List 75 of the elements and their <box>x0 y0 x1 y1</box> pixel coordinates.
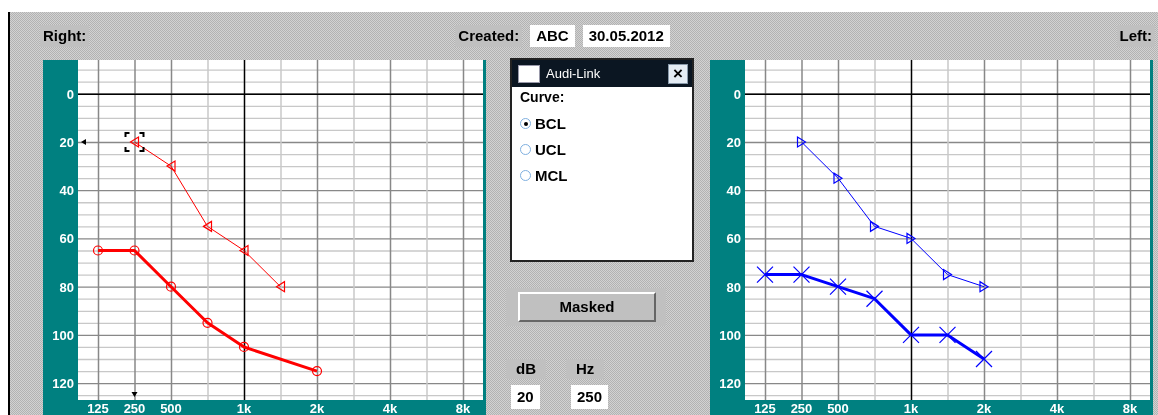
option-label: BCL <box>535 115 566 132</box>
created-label: Created: <box>455 25 523 47</box>
cross-marker <box>865 290 884 308</box>
axis-label: 2k <box>309 401 325 415</box>
axis-label: 8k <box>455 401 471 415</box>
circle-marker <box>238 341 250 353</box>
circle-marker <box>165 281 177 292</box>
triangle-marker <box>202 220 213 233</box>
axis-label: 8k <box>1122 401 1138 415</box>
hz-field[interactable]: 250 <box>571 385 609 409</box>
triangle-marker <box>942 268 953 281</box>
author-field: ABC <box>530 25 575 47</box>
date-field: 30.05.2012 <box>582 25 670 47</box>
axis-label: 2k <box>976 401 992 415</box>
group-label: Curve: <box>520 89 566 106</box>
option-label: MCL <box>535 167 568 184</box>
axis-label: 100 <box>719 327 741 343</box>
dialog-title: Audi-Link <box>546 64 602 83</box>
cross-marker <box>829 278 847 296</box>
axis-label: 60 <box>726 231 741 247</box>
left-label: Left: <box>1116 25 1155 47</box>
masked-button[interactable]: Masked <box>518 292 656 322</box>
axis-label: 20 <box>59 135 74 150</box>
axis-label: 250 <box>790 401 813 415</box>
axis-label: 125 <box>87 401 109 415</box>
window-icon <box>518 64 540 83</box>
triangle-marker <box>129 135 140 149</box>
cursor-icon <box>124 132 145 152</box>
arrow-icon <box>81 139 86 145</box>
axis-label: 120 <box>719 376 741 392</box>
triangle-marker <box>238 244 249 257</box>
axis-label: 4k <box>382 401 398 415</box>
triangle-marker <box>869 220 880 233</box>
triangle-marker <box>275 280 286 293</box>
axis-label: 500 <box>827 401 849 415</box>
axis-label: 125 <box>754 401 776 415</box>
cross-marker <box>756 266 774 284</box>
axis-label: 0 <box>66 86 74 102</box>
axis-label: 80 <box>59 279 74 295</box>
db-field[interactable]: 20 <box>511 385 540 409</box>
close-button[interactable]: × <box>668 63 688 84</box>
right-label: Right: <box>40 25 90 47</box>
triangle-marker <box>833 172 844 185</box>
axis-label: 250 <box>123 401 146 415</box>
axis-label: 80 <box>726 279 741 295</box>
axis-label: 40 <box>726 183 741 199</box>
circle-marker <box>311 365 323 377</box>
radio-button[interactable] <box>520 144 531 155</box>
cross-marker <box>938 326 957 344</box>
axis-label: 1k <box>236 401 252 415</box>
circle-marker <box>92 245 104 256</box>
axis-label: 60 <box>59 231 74 247</box>
cross-marker <box>792 266 811 284</box>
triangle-marker <box>165 160 176 173</box>
cross-marker <box>902 326 920 344</box>
radio-button[interactable] <box>520 170 531 181</box>
axis-label: 120 <box>52 376 74 392</box>
db-label: dB <box>506 359 546 379</box>
axis-label: 20 <box>726 135 741 150</box>
axis-label: 4k <box>1049 401 1065 415</box>
option-label: UCL <box>535 141 566 158</box>
triangle-marker <box>906 232 917 245</box>
circle-marker <box>202 317 213 328</box>
triangle-marker <box>796 135 807 149</box>
axis-label: 100 <box>52 327 74 343</box>
arrow-icon <box>131 392 138 397</box>
radio-button[interactable] <box>520 118 531 129</box>
triangle-marker <box>979 280 990 293</box>
axis-label: 0 <box>733 86 741 102</box>
axis-label: 500 <box>160 401 182 415</box>
axis-label: 1k <box>903 401 919 415</box>
hz-label: Hz <box>566 359 605 379</box>
cross-marker <box>975 350 993 368</box>
circle-marker <box>129 245 140 256</box>
axis-label: 40 <box>59 183 74 199</box>
